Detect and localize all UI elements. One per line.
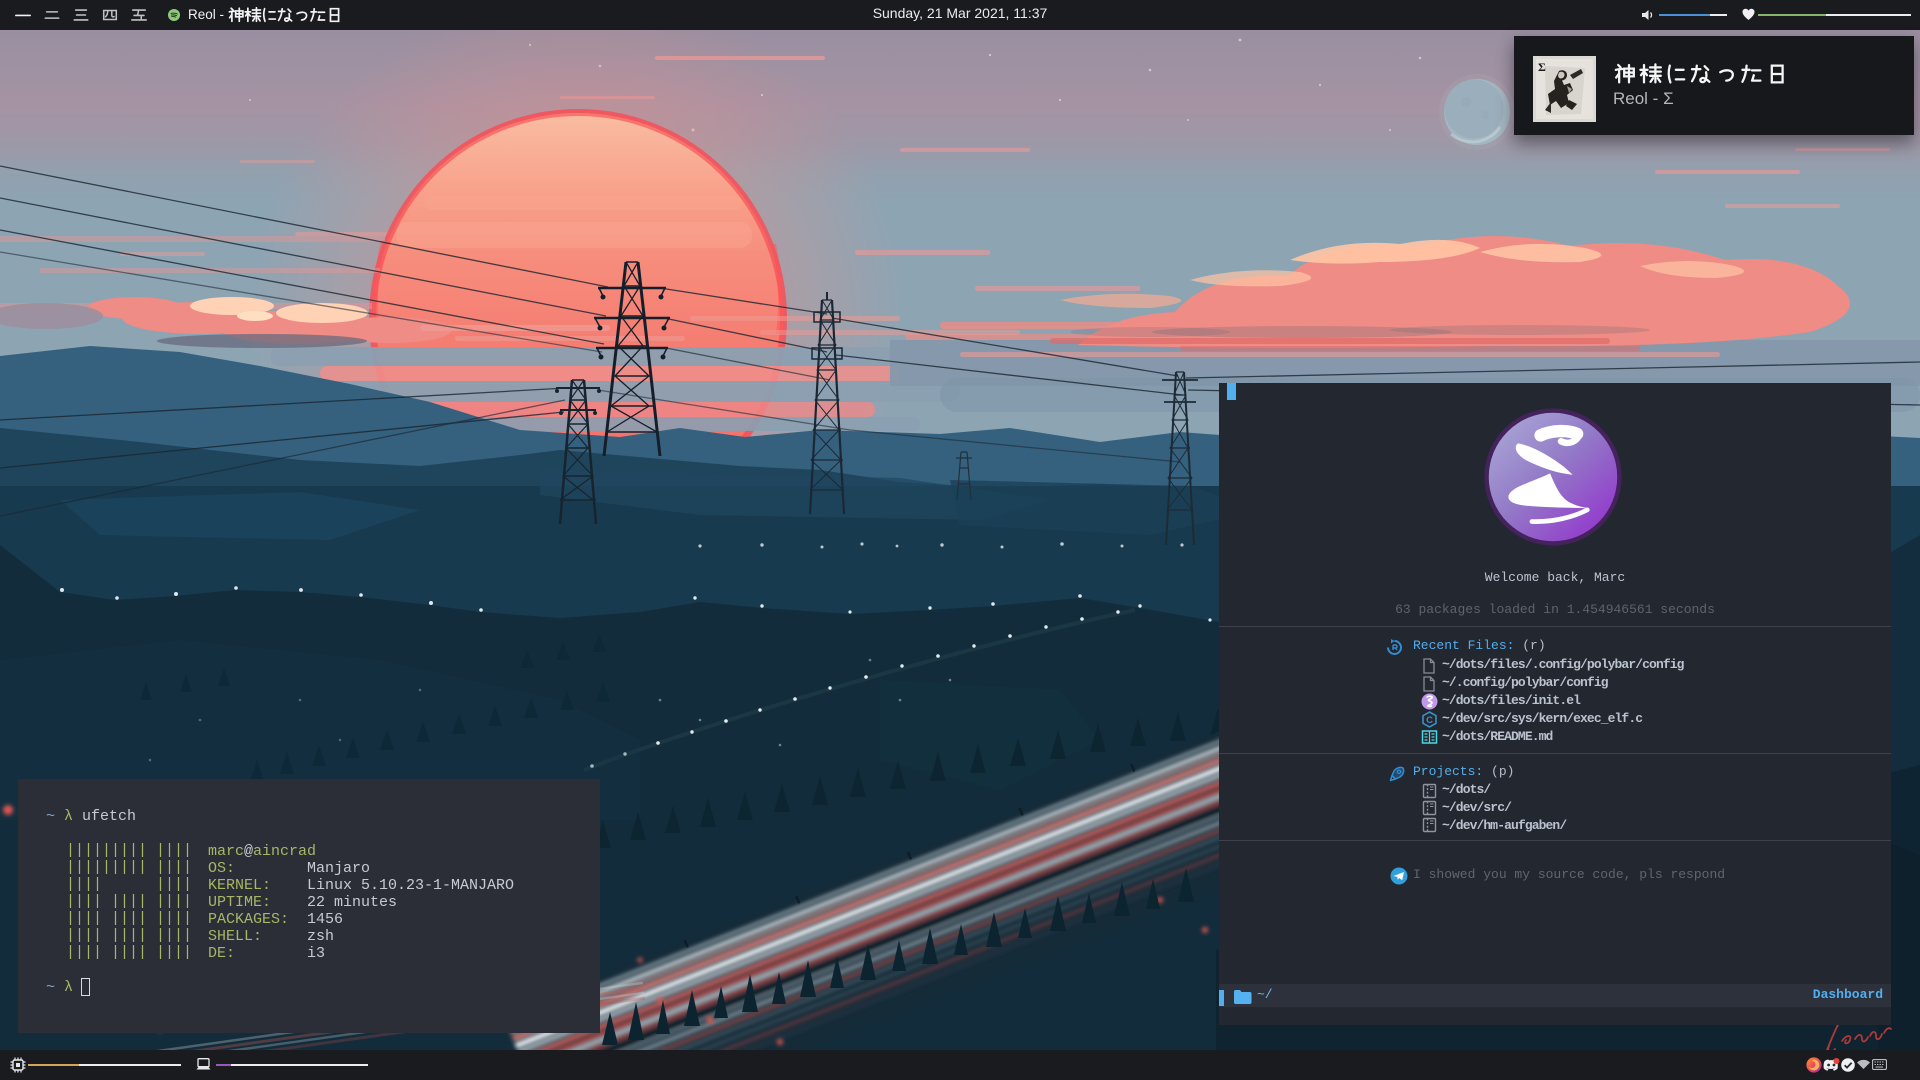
svg-text:C: C	[1426, 715, 1433, 726]
svg-text:Σ: Σ	[1538, 60, 1546, 74]
